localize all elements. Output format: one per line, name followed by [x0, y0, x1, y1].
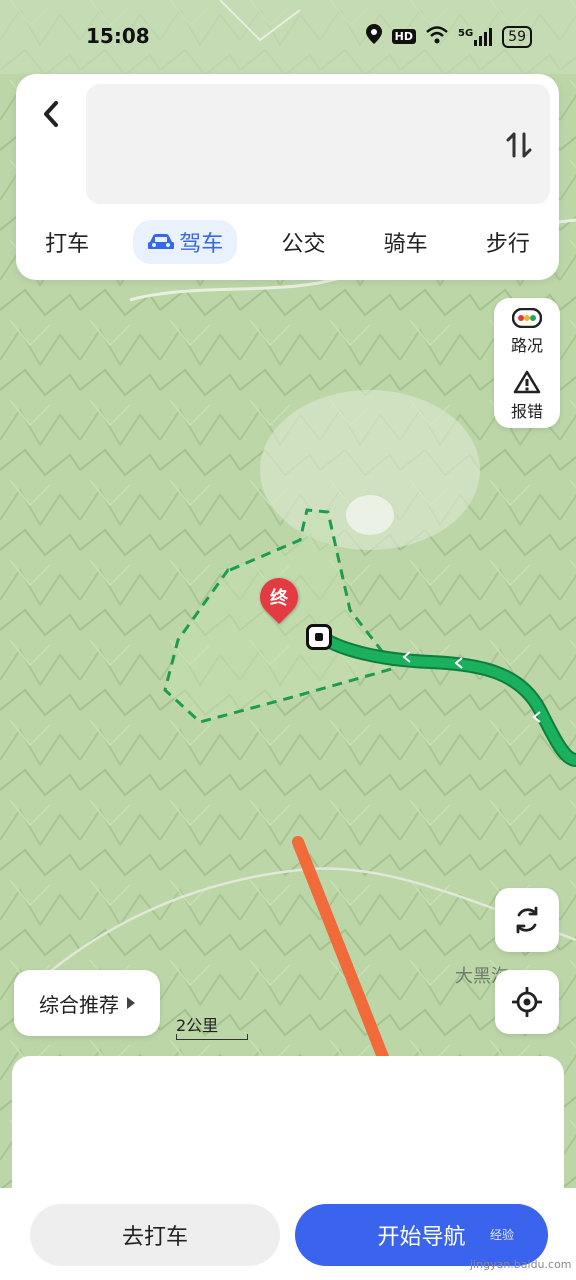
tab-drive[interactable]: 驾车 [133, 220, 238, 264]
map-scale-bar [176, 1034, 248, 1040]
chevron-left-icon [44, 101, 58, 127]
car-icon [148, 234, 175, 249]
signal-icon: 5G [458, 27, 493, 46]
tab-transit[interactable]: 公交 [267, 220, 339, 264]
location-icon [365, 24, 382, 49]
battery-icon: 59 [502, 25, 532, 48]
go-taxi-button[interactable]: 去打车 [30, 1204, 280, 1266]
route-preference-button[interactable]: 综合推荐 [14, 970, 160, 1036]
back-button[interactable] [36, 92, 66, 132]
refresh-icon [516, 906, 538, 934]
hd-icon: HD [391, 29, 416, 44]
route-header-card: 打车 驾车 公交 骑车 步行 [16, 74, 559, 280]
wifi-icon [426, 25, 448, 49]
locate-me-button[interactable] [495, 970, 559, 1034]
route-input-box[interactable] [86, 84, 550, 204]
destination-marker-label: 终 [270, 588, 288, 609]
warning-icon [513, 370, 541, 394]
swap-vertical-icon[interactable] [504, 130, 534, 162]
route-detail-panel [12, 1056, 564, 1206]
refresh-route-button[interactable] [495, 888, 559, 952]
report-error[interactable]: 报错 [494, 370, 560, 422]
tab-walk[interactable]: 步行 [472, 220, 544, 264]
tab-taxi[interactable]: 打车 [31, 220, 103, 264]
status-time: 15:08 [86, 24, 150, 48]
start-marker [306, 624, 332, 650]
traffic-icon [512, 308, 542, 328]
map-scale-label: 2公里 [176, 1016, 219, 1035]
watermark-host: jingyan.baidu.com [470, 1258, 572, 1271]
tab-cycle[interactable]: 骑车 [370, 220, 442, 264]
locate-icon [512, 987, 542, 1017]
travel-mode-tabs: 打车 驾车 公交 骑车 步行 [16, 220, 559, 264]
map-side-tools: 路况 报错 [494, 298, 560, 428]
status-bar: 15:08 HD 5G 59 [0, 0, 576, 74]
caret-right-icon [127, 997, 135, 1009]
traffic-toggle[interactable]: 路况 [494, 308, 560, 356]
watermark-text: 经验 [490, 1228, 515, 1242]
